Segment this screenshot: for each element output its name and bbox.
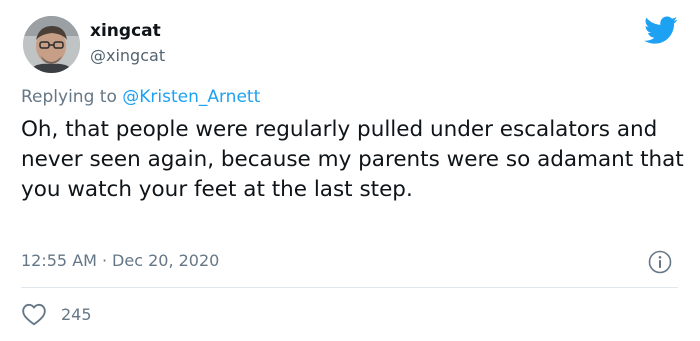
tweet-time: 12:55 AM xyxy=(21,251,97,270)
heart-icon xyxy=(22,303,46,326)
display-name[interactable]: xingcat xyxy=(90,21,161,41)
like-button[interactable]: 245 xyxy=(21,302,92,326)
mention-link[interactable]: @Kristen_Arnett xyxy=(122,87,260,107)
tweet-date: Dec 20, 2020 xyxy=(112,251,220,270)
divider xyxy=(21,287,678,288)
avatar[interactable] xyxy=(23,16,80,73)
tweet-card: xingcat @xingcat Replying to @Kristen_Ar… xyxy=(0,0,700,341)
info-icon[interactable] xyxy=(648,250,672,274)
twitter-bird-icon[interactable] xyxy=(644,16,678,45)
meta-separator: · xyxy=(101,251,108,270)
replying-to-line: Replying to @Kristen_Arnett xyxy=(21,87,260,107)
like-count: 245 xyxy=(61,304,92,324)
tweet-text: Oh, that people were regularly pulled un… xyxy=(21,117,684,202)
avatar-photo xyxy=(23,16,80,73)
tweet-timestamp[interactable]: 12:55 AM · Dec 20, 2020 xyxy=(21,251,219,270)
replying-to-label: Replying to xyxy=(21,87,117,107)
user-handle[interactable]: @xingcat xyxy=(90,46,165,65)
